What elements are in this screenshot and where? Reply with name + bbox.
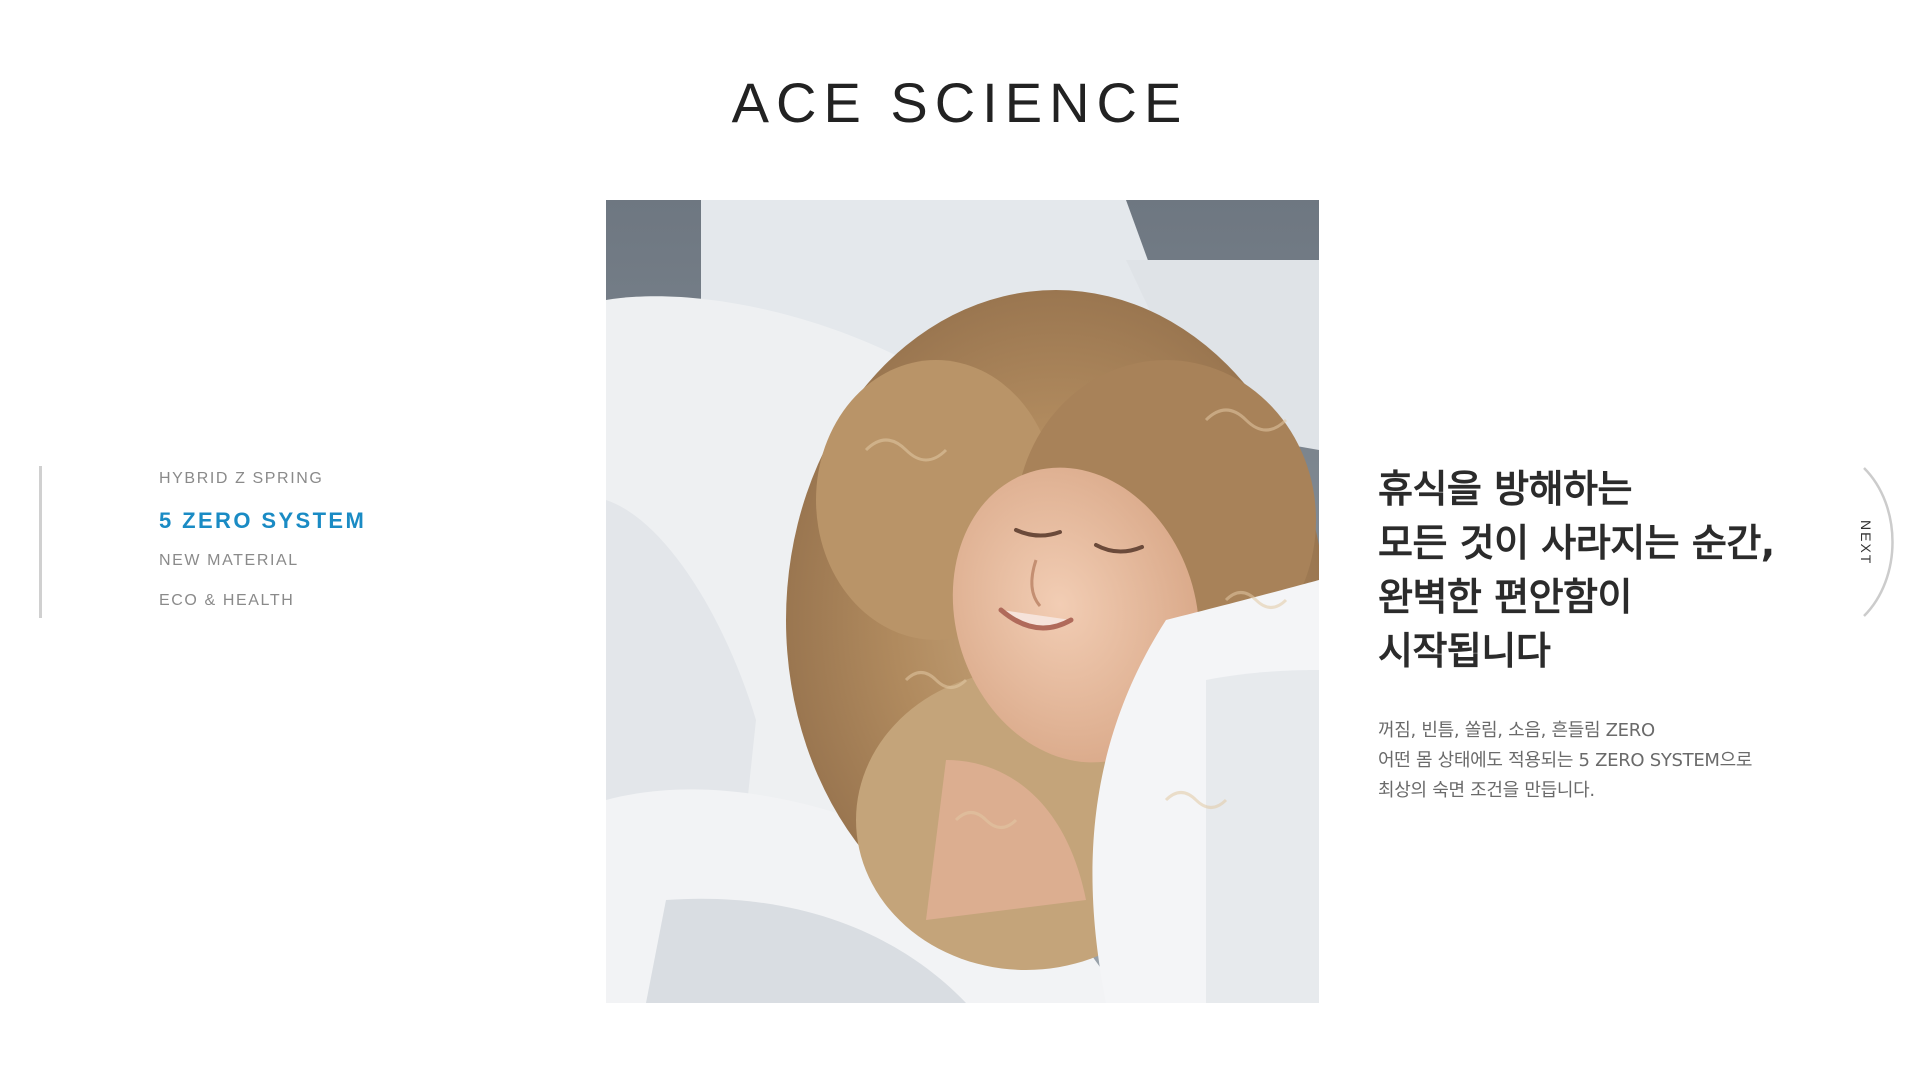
page: ACE SCIENCE HYBRID Z SPRING 5 ZERO SYSTE… [0,0,1920,1080]
description-line: 최상의 숙면 조건을 만듭니다. [1378,780,1595,801]
hero-image [606,200,1319,1003]
heading-line: 시작됩니다 [1378,629,1551,673]
heading-line: 모든 것이 사라지는 순간, [1378,521,1775,565]
description-line: 꺼짐, 빈틈, 쏠림, 소음, 흔들림 ZERO [1378,720,1655,741]
section-copy: 휴식을 방해하는 모든 것이 사라지는 순간, 완벽한 편안함이 시작됩니다 꺼… [1378,462,1808,806]
next-button[interactable]: NEXT [1858,520,1874,565]
nav-item-5-zero-system[interactable]: 5 ZERO SYSTEM [159,510,366,532]
description-line: 어떤 몸 상태에도 적용되는 5 ZERO SYSTEM으로 [1378,750,1753,771]
nav-item-eco-health[interactable]: ECO & HEALTH [159,592,366,610]
section-heading: 휴식을 방해하는 모든 것이 사라지는 순간, 완벽한 편안함이 시작됩니다 [1378,462,1808,678]
heading-line: 완벽한 편안함이 [1378,575,1632,619]
nav-item-hybrid-z-spring[interactable]: HYBRID Z SPRING [159,470,366,488]
section-description: 꺼짐, 빈틈, 쏠림, 소음, 흔들림 ZERO 어떤 몸 상태에도 적용되는 … [1378,716,1808,806]
nav-indicator-bar [39,466,42,618]
page-title: ACE SCIENCE [731,71,1189,134]
nav-item-new-material[interactable]: NEW MATERIAL [159,552,366,570]
section-nav: HYBRID Z SPRING 5 ZERO SYSTEM NEW MATERI… [159,470,366,632]
heading-line: 휴식을 방해하는 [1378,467,1632,511]
